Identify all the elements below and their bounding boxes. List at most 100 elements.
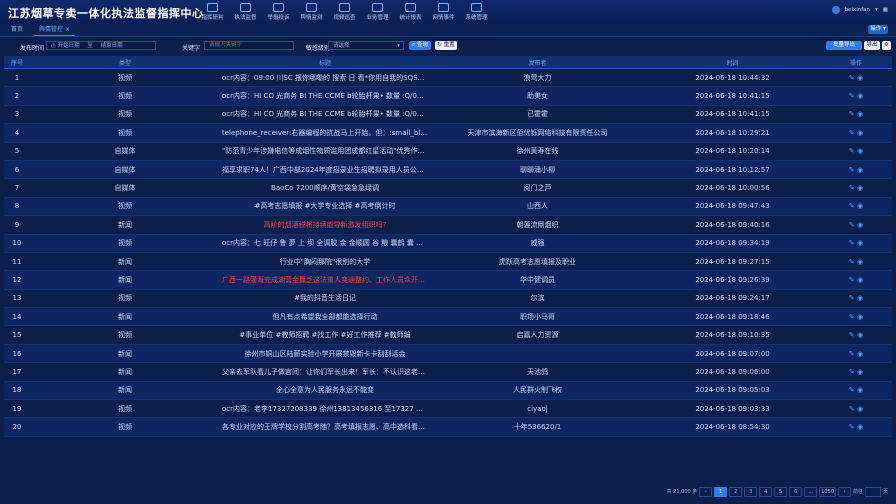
cell-title[interactable]: ocr内容：HI CO 光商务 BI THE CCME b轮胎杆果• 数量 :Q… xyxy=(220,109,430,119)
eye-icon[interactable]: ◉ xyxy=(857,184,863,192)
edit-icon[interactable]: ✎ xyxy=(849,74,855,82)
edit-icon[interactable]: ✎ xyxy=(849,386,855,394)
cell-title[interactable]: 广西一路灌溉完成湖营金赢乏这法重人变通整约、工作人员众开招能 xyxy=(220,275,430,285)
edit-icon[interactable]: ✎ xyxy=(849,92,855,100)
eye-icon[interactable]: ◉ xyxy=(857,350,863,358)
page-button[interactable]: 1050 xyxy=(819,486,836,497)
edit-icon[interactable]: ✎ xyxy=(849,313,855,321)
edit-icon[interactable]: ✎ xyxy=(849,350,855,358)
cell-title[interactable]: #高考志愿填报 #大学专业选择 #高考倒计时 xyxy=(220,201,430,211)
edit-icon[interactable]: ✎ xyxy=(849,331,855,339)
date-range-input[interactable]: ◷ 开始日期 至 结束日期 xyxy=(46,41,156,50)
page-button[interactable]: 3 xyxy=(744,486,758,497)
edit-icon[interactable]: ✎ xyxy=(849,221,855,229)
cell-title[interactable]: #事业单位 #教师招聘 #找工作 #好工作推荐 #教师编 xyxy=(220,330,430,340)
chevron-down-icon: ▾ xyxy=(397,43,400,49)
close-icon[interactable]: × xyxy=(65,26,70,33)
edit-icon[interactable]: ✎ xyxy=(849,276,855,284)
edit-icon[interactable]: ✎ xyxy=(849,368,855,376)
eye-icon[interactable]: ◉ xyxy=(857,313,863,321)
nav-item-1[interactable]: 执法监督 xyxy=(229,3,262,23)
edit-icon[interactable]: ✎ xyxy=(849,110,855,118)
cell-title[interactable]: ocr内容：七 旺仔 鲁 夢 上 坝 全调胶 金 金顺圆 谷 粮 囊鹤 囊 睦 … xyxy=(220,238,430,248)
cell-title[interactable]: BaoCo 7200顺序/黄空袋急急绿调 xyxy=(220,183,430,193)
nav-item-8[interactable]: 系统管理 xyxy=(460,3,493,23)
cell-title[interactable]: 徐州市铜山区陆薪实验小学开展禁毁新卡卡刮刮活会 xyxy=(220,349,430,359)
eye-icon[interactable]: ◉ xyxy=(857,386,863,394)
page-button[interactable]: 5 xyxy=(774,486,788,497)
edit-icon[interactable]: ✎ xyxy=(849,294,855,302)
eye-icon[interactable]: ◉ xyxy=(857,166,863,174)
eye-icon[interactable]: ◉ xyxy=(857,92,863,100)
results-table: 序号 类型 标题 发布者 时间 操作 1 视频 ocr内容：09:00 川SC 报你… xyxy=(4,56,892,437)
nav-item-4[interactable]: 视频巡查 xyxy=(328,3,361,23)
tab-menu-button[interactable]: 操作 ▾ xyxy=(868,25,888,34)
user-area[interactable]: beixinfan ▾ ▦ xyxy=(831,6,888,14)
page-button[interactable]: 6 xyxy=(789,486,803,497)
eye-icon[interactable]: ◉ xyxy=(857,405,863,413)
eye-icon[interactable]: ◉ xyxy=(857,221,863,229)
eye-icon[interactable]: ◉ xyxy=(857,147,863,155)
sensitive-select[interactable]: 请选择 ▾ xyxy=(328,41,404,50)
edit-icon[interactable]: ✎ xyxy=(849,184,855,192)
edit-icon[interactable]: ✎ xyxy=(849,239,855,247)
cell-title[interactable]: ocr内容：老李17327208339 徐州13813456316 至17327… xyxy=(220,404,430,414)
export-button[interactable]: 导出 xyxy=(864,41,880,50)
tab-sentiment[interactable]: 舆情管控 × xyxy=(34,25,75,36)
nav-label: 执法监督 xyxy=(234,15,257,21)
eye-icon[interactable]: ◉ xyxy=(857,202,863,210)
keyword-input[interactable] xyxy=(204,41,294,50)
cell-title[interactable]: 父亲去军队看儿子做官间：让你们军长出来！军长：不认识这老头！ xyxy=(220,367,430,377)
edit-icon[interactable]: ✎ xyxy=(849,129,855,137)
grid-icon[interactable]: ▦ xyxy=(883,7,888,13)
prev-page-button[interactable]: ‹ xyxy=(699,486,713,497)
nav-item-7[interactable]: 网情事件 xyxy=(427,3,460,23)
cell-title[interactable]: ocr内容：09:00 川SC 报你哪嘞的 搜索 日 看*你用自我的SQS最新报… xyxy=(220,73,430,83)
nav-item-3[interactable]: 舆情监测 xyxy=(295,3,328,23)
eye-icon[interactable]: ◉ xyxy=(857,294,863,302)
eye-icon[interactable]: ◉ xyxy=(857,110,863,118)
nav-item-6[interactable]: 统计报表 xyxy=(394,3,427,23)
next-page-button[interactable]: › xyxy=(837,486,851,497)
cell-title[interactable]: 行业中"胸闷那院"很别的大学 xyxy=(220,257,430,267)
eye-icon[interactable]: ◉ xyxy=(857,239,863,247)
cell-title[interactable]: "防范青少年涉嫌电信等成烟性物质滥用团成都红星活动"优秀作品展 xyxy=(220,146,430,156)
eye-icon[interactable]: ◉ xyxy=(857,423,863,431)
eye-icon[interactable]: ◉ xyxy=(857,331,863,339)
reset-button[interactable]: ↻ 重置 xyxy=(435,41,457,50)
goto-page-input[interactable] xyxy=(864,486,881,497)
edit-icon[interactable]: ✎ xyxy=(849,147,855,155)
eye-icon[interactable]: ◉ xyxy=(857,276,863,284)
table-row: 1 视频 ocr内容：09:00 川SC 报你哪嘞的 搜索 日 看*你用自我的SQS… xyxy=(4,69,892,88)
search-button[interactable]: ⌕ 查询 xyxy=(409,41,431,50)
tab-home[interactable]: 首页 xyxy=(6,25,28,35)
page-button[interactable]: 1 xyxy=(714,486,728,497)
cell-title[interactable]: 但凡有点希望我全部都能选择行动 xyxy=(220,312,430,322)
edit-icon[interactable]: ✎ xyxy=(849,258,855,266)
page-button[interactable]: 4 xyxy=(759,486,773,497)
edit-icon[interactable]: ✎ xyxy=(849,423,855,431)
eye-icon[interactable]: ◉ xyxy=(857,258,863,266)
eye-icon[interactable]: ◉ xyxy=(857,74,863,82)
cell-title[interactable]: ocr内容：HI CO 光商务 BI THE CCME b轮胎杆果• 数量 :Q… xyxy=(220,91,430,101)
cell-title[interactable]: #我的抖音生活日记 xyxy=(220,293,430,303)
batch-export-button[interactable]: 批量导出 xyxy=(826,41,862,50)
nav-item-2[interactable]: 举报投诉 xyxy=(262,3,295,23)
nav-label: 统计报表 xyxy=(399,15,422,21)
nav-item-5[interactable]: 业务管理 xyxy=(361,3,394,23)
edit-icon[interactable]: ✎ xyxy=(849,405,855,413)
eye-icon[interactable]: ◉ xyxy=(857,129,863,137)
eye-icon[interactable]: ◉ xyxy=(857,368,863,376)
page-button[interactable]: 2 xyxy=(729,486,743,497)
col-operation: 操作 xyxy=(849,59,862,67)
cell-title[interactable]: 高阶的烟酒税将持续能导新激发组织吗? xyxy=(220,220,430,230)
cell-title[interactable]: 全心全意为人民服务永远不能变 xyxy=(220,385,430,395)
edit-icon[interactable]: ✎ xyxy=(849,166,855,174)
cell-title[interactable]: 各专业对应的王牌学校分割高考随？高考填报志愿、高中选科看过太 xyxy=(220,422,430,432)
cell-title[interactable]: 福享求职74人！广西中部2024年度招录业生招聘拟录用人员公示【附 xyxy=(220,165,430,175)
edit-icon[interactable]: ✎ xyxy=(849,202,855,210)
cell-type: 自媒体 xyxy=(114,165,136,174)
settings-button[interactable]: ⚙ xyxy=(882,41,891,50)
nav-item-0[interactable]: 指挥研判 xyxy=(196,3,229,23)
cell-title[interactable]: telephone_receiver:右器编程的抗战马上开始。但：:small_… xyxy=(220,128,430,138)
